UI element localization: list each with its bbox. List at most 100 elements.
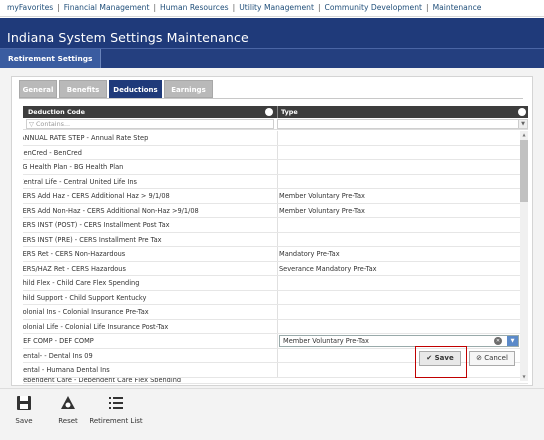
- tab-underline: [19, 98, 523, 99]
- table-row[interactable]: Central Life - Central United Life Ins: [23, 174, 528, 189]
- cell-divider: [277, 218, 278, 232]
- cell-divider: [277, 319, 278, 334]
- tab-deductions[interactable]: Deductions: [109, 80, 162, 98]
- deductions-grid: Deduction Code Type ▽ Contains... ▼ ANNU…: [23, 106, 528, 386]
- column-settings-icon[interactable]: [265, 108, 273, 116]
- nav-separator: |: [232, 3, 236, 12]
- row-save-button[interactable]: ✔ Save: [419, 351, 461, 366]
- chevron-down-icon[interactable]: ▼: [518, 120, 527, 128]
- deduction-code-cell: CERS Add Haz - CERS Additional Haz > 9/1…: [23, 192, 170, 200]
- deduction-code-cell: Child Support - Child Support Kentucky: [23, 293, 147, 302]
- save-label: Save: [15, 417, 33, 425]
- grid-header: Deduction Code Type: [23, 106, 528, 118]
- scroll-down-icon[interactable]: ▼: [520, 373, 528, 381]
- column-header-deduction-code[interactable]: Deduction Code: [28, 106, 85, 118]
- row-cancel-button[interactable]: ⊘ Cancel: [469, 351, 515, 366]
- row-cancel-label: Cancel: [484, 354, 508, 362]
- save-button[interactable]: Save: [12, 395, 36, 425]
- table-row[interactable]: Colonial Life - Colonial Life Insurance …: [23, 319, 528, 334]
- table-row[interactable]: CERS Add Haz - CERS Additional Haz > 9/1…: [23, 189, 528, 204]
- filter-icon: ▽: [29, 120, 36, 128]
- cell-divider: [277, 160, 278, 174]
- list-icon: [109, 397, 123, 409]
- deduction-code-cell: Dental- - Dental Ins 09: [23, 351, 93, 360]
- table-row[interactable]: CERS Ret - CERS Non-Hazardous Mandatory P…: [23, 247, 528, 262]
- deduction-code-cell: ANNUAL RATE STEP - Annual Rate Step: [23, 134, 149, 142]
- type-cell: Member Voluntary Pre-Tax: [279, 206, 365, 215]
- cell-divider: [277, 348, 278, 363]
- table-row[interactable]: BenCred - BenCred: [23, 145, 528, 160]
- nav-separator: |: [153, 3, 157, 12]
- deduction-code-cell: Dental - Humana Dental Ins: [23, 366, 110, 374]
- table-row[interactable]: Child Flex - Child Care Flex Spending: [23, 276, 528, 291]
- deduction-code-cell: CERS Ret - CERS Non-Hazardous: [23, 250, 126, 258]
- nav-separator: |: [317, 3, 321, 12]
- tab-general[interactable]: General: [19, 80, 57, 98]
- deduction-code-cell: BG Health Plan - BG Health Plan: [23, 163, 124, 171]
- type-select[interactable]: Member Voluntary Pre-Tax ✕ ▼: [279, 335, 519, 347]
- cell-divider: [277, 261, 278, 276]
- cell-divider: [277, 305, 278, 319]
- retirement-list-button[interactable]: Retirement List: [88, 395, 144, 425]
- filter-placeholder: Contains...: [35, 120, 71, 128]
- cell-divider: [277, 247, 278, 261]
- nav-community-development[interactable]: Community Development: [325, 3, 422, 12]
- table-row[interactable]: ANNUAL RATE STEP - Annual Rate Step: [23, 131, 528, 146]
- sub-nav-bar: Retirement Settings: [0, 48, 544, 69]
- cell-divider: [277, 131, 278, 145]
- table-row[interactable]: Child Support - Child Support Kentucky: [23, 290, 528, 305]
- nav-maintenance[interactable]: Maintenance: [433, 3, 482, 12]
- table-row[interactable]: BG Health Plan - BG Health Plan: [23, 160, 528, 175]
- column-settings-icon[interactable]: [518, 108, 526, 116]
- cell-divider: [277, 145, 278, 160]
- tab-benefits[interactable]: Benefits: [59, 80, 107, 98]
- footer-toolbar: Save Reset Retirement List: [0, 388, 544, 440]
- page-header: Indiana System Settings Maintenance: [0, 18, 544, 48]
- table-row[interactable]: CERS/HAZ Ret - CERS Hazardous Severance M…: [23, 261, 528, 276]
- page-title: Indiana System Settings Maintenance: [7, 30, 249, 45]
- table-row[interactable]: CERS INST (POST) - CERS Installment Post…: [23, 218, 528, 233]
- nav-utility-management[interactable]: Utility Management: [239, 3, 314, 12]
- filter-row: ▽ Contains... ▼: [23, 118, 528, 130]
- cell-divider: [277, 203, 278, 218]
- nav-my-favorites[interactable]: myFavorites: [7, 3, 53, 12]
- type-select-value: Member Voluntary Pre-Tax: [283, 337, 369, 345]
- table-row[interactable]: Dependent Care - Dependent Care Flex Spe…: [23, 378, 528, 384]
- cell-divider: [277, 232, 278, 247]
- deduction-code-cell: BenCred - BenCred: [23, 148, 82, 157]
- table-row[interactable]: CERS Add Non-Haz - CERS Additional Non-H…: [23, 203, 528, 218]
- deduction-code-cell: CERS INST (POST) - CERS Installment Post…: [23, 221, 170, 229]
- cell-divider: [277, 189, 278, 203]
- main-content: General Benefits Deductions Earnings Ded…: [0, 68, 544, 440]
- deduction-code-cell: Central Life - Central United Life Ins: [23, 177, 137, 186]
- reset-label: Reset: [58, 417, 78, 425]
- column-divider: [277, 106, 278, 118]
- table-row[interactable]: Colonial Ins - Colonial Insurance Pre-Ta…: [23, 305, 528, 320]
- deduction-code-cell: Colonial Life - Colonial Life Insurance …: [23, 322, 169, 331]
- cell-divider: [277, 174, 278, 189]
- deduction-code-cell: Colonial Ins - Colonial Insurance Pre-Ta…: [23, 308, 149, 316]
- scroll-up-icon[interactable]: ▲: [520, 131, 528, 139]
- reset-icon: [61, 396, 75, 409]
- deduction-code-cell: DEF COMP - DEF COMP: [23, 337, 94, 345]
- deduction-code-cell: CERS INST (PRE) - CERS Installment Pre T…: [23, 235, 162, 244]
- reset-button[interactable]: Reset: [56, 395, 80, 425]
- scrollbar-thumb[interactable]: [520, 140, 528, 202]
- check-icon: ✔: [426, 354, 435, 362]
- type-filter-select[interactable]: ▼: [277, 119, 528, 129]
- nav-human-resources[interactable]: Human Resources: [160, 3, 229, 12]
- code-filter-input[interactable]: ▽ Contains...: [26, 119, 274, 129]
- tab-retirement-settings[interactable]: Retirement Settings: [0, 49, 102, 69]
- deduction-code-cell: Dependent Care - Dependent Care Flex Spe…: [23, 377, 182, 382]
- clear-icon[interactable]: ✕: [494, 337, 502, 345]
- nav-separator: |: [57, 3, 60, 12]
- type-cell: Mandatory Pre-Tax: [279, 250, 340, 258]
- row-save-label: Save: [434, 354, 454, 362]
- chevron-down-icon[interactable]: ▼: [507, 336, 518, 346]
- save-disk-icon: [17, 396, 31, 410]
- deduction-code-cell: CERS Add Non-Haz - CERS Additional Non-H…: [23, 206, 199, 215]
- nav-financial-management[interactable]: Financial Management: [64, 3, 150, 12]
- table-row[interactable]: CERS INST (PRE) - CERS Installment Pre T…: [23, 232, 528, 247]
- column-header-type[interactable]: Type: [281, 106, 298, 118]
- tab-earnings[interactable]: Earnings: [164, 80, 213, 98]
